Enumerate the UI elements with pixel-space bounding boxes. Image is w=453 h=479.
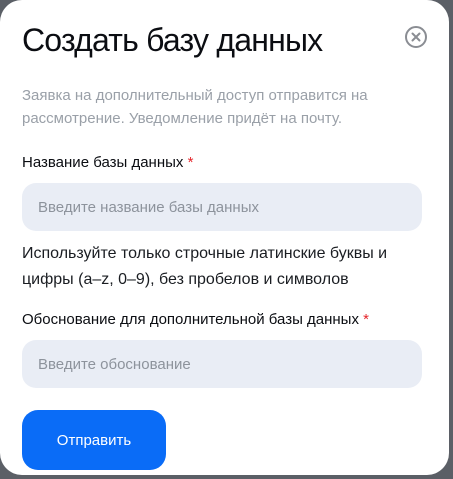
modal-title: Создать базу данных [22,22,323,58]
justification-label-text: Обоснование для дополнительной базы данн… [22,311,359,328]
justification-label: Обоснование для дополнительной базы данн… [22,310,427,330]
create-database-modal: Создать базу данных Заявка на дополнител… [0,0,449,475]
db-name-label-text: Название базы данных [22,154,184,171]
db-name-label: Название базы данных * [22,153,427,173]
modal-subtitle: Заявка на дополнительный доступ отправит… [22,87,368,127]
db-name-hint: Используйте только строчные латинские бу… [22,245,388,288]
required-mark: * [363,311,369,328]
modal-header: Создать базу данных [22,20,427,64]
submit-button[interactable]: Отправить [22,410,166,470]
required-mark: * [187,154,194,171]
db-name-input[interactable] [22,183,422,231]
justification-input[interactable] [22,340,422,388]
close-button[interactable] [405,26,427,48]
close-icon [411,32,421,42]
